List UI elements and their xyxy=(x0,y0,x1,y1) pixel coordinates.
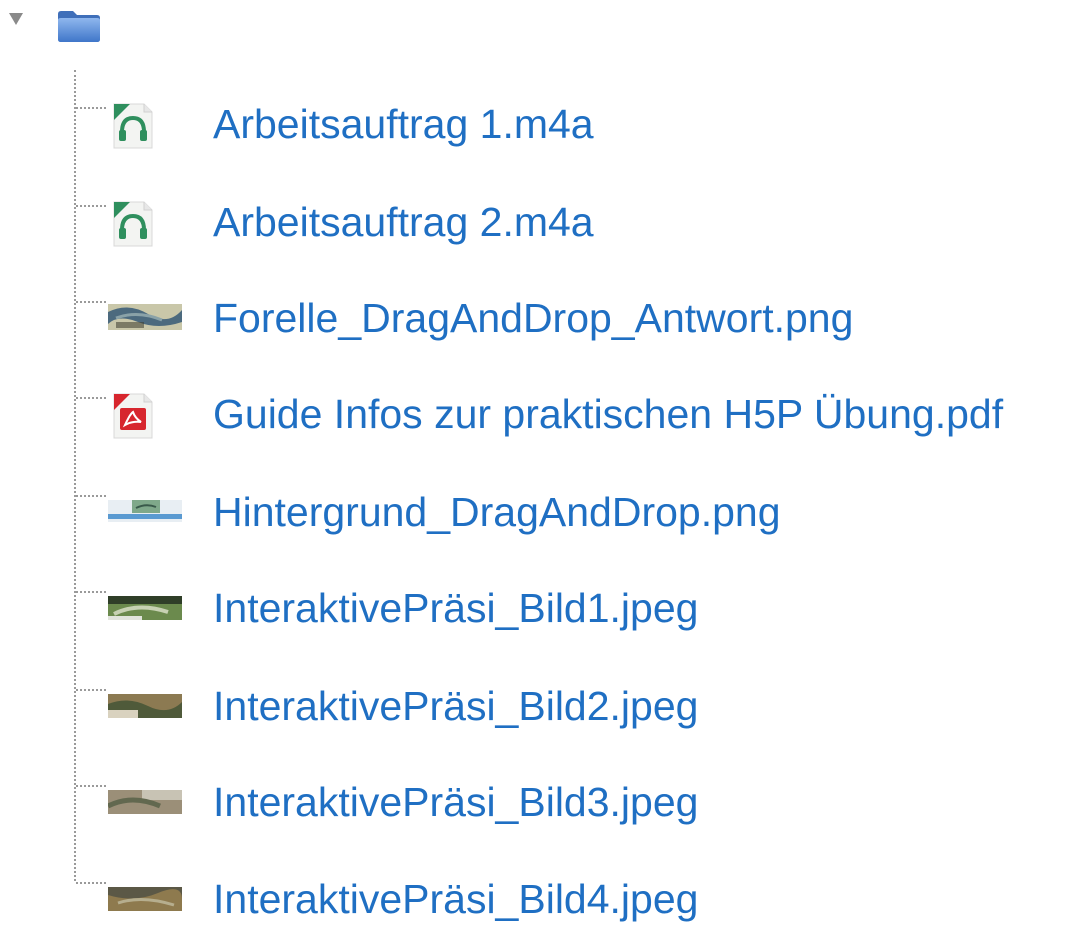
file-tree-item: InteraktivePräsi_Bild1.jpeg xyxy=(74,562,1074,658)
tree-connector-branch xyxy=(76,397,106,399)
tree-connector-branch xyxy=(76,301,106,303)
image-thumbnail-icon[interactable] xyxy=(108,680,184,736)
tree-connector-branch xyxy=(76,882,106,884)
file-tree-item: Hintergrund_DragAndDrop.png xyxy=(74,466,1074,562)
tree-connector-branch xyxy=(76,205,106,207)
file-tree-item: InteraktivePräsi_Bild2.jpeg xyxy=(74,660,1074,756)
file-link[interactable]: Guide Infos zur praktischen H5P Übung.pd… xyxy=(213,390,1003,438)
file-link[interactable]: Hintergrund_DragAndDrop.png xyxy=(213,488,781,536)
file-link[interactable]: Arbeitsauftrag 2.m4a xyxy=(213,198,594,246)
file-link[interactable]: Arbeitsauftrag 1.m4a xyxy=(213,100,594,148)
file-link[interactable]: InteraktivePräsi_Bild3.jpeg xyxy=(213,778,698,826)
audio-file-icon[interactable] xyxy=(108,98,184,154)
tree-connector-branch xyxy=(76,495,106,497)
tree-connector-branch xyxy=(76,785,106,787)
triangle-down-icon[interactable] xyxy=(8,12,24,26)
image-thumbnail-icon[interactable] xyxy=(108,873,184,929)
folder-icon[interactable] xyxy=(56,8,102,44)
file-link[interactable]: InteraktivePräsi_Bild1.jpeg xyxy=(213,584,698,632)
file-link[interactable]: InteraktivePräsi_Bild2.jpeg xyxy=(213,682,698,730)
image-thumbnail-icon[interactable] xyxy=(108,486,184,542)
tree-connector-branch xyxy=(76,591,106,593)
file-tree-item: InteraktivePräsi_Bild4.jpeg xyxy=(74,853,1074,949)
file-tree-item: Guide Infos zur praktischen H5P Übung.pd… xyxy=(74,368,1074,464)
tree-connector-branch xyxy=(76,689,106,691)
root-folder-row[interactable] xyxy=(0,0,200,60)
file-tree-item: Arbeitsauftrag 2.m4a xyxy=(74,176,1074,272)
file-tree-item: InteraktivePräsi_Bild3.jpeg xyxy=(74,756,1074,852)
file-tree: Arbeitsauftrag 1.m4a Arbeitsauftrag 2.m4a… xyxy=(0,0,1077,939)
file-tree-item: Arbeitsauftrag 1.m4a xyxy=(74,78,1074,174)
pdf-file-icon[interactable] xyxy=(108,388,184,444)
file-link[interactable]: InteraktivePräsi_Bild4.jpeg xyxy=(213,875,698,923)
image-thumbnail-icon[interactable] xyxy=(108,582,184,638)
file-link[interactable]: Forelle_DragAndDrop_Antwort.png xyxy=(213,294,853,342)
tree-connector-branch xyxy=(76,107,106,109)
file-tree-item: Forelle_DragAndDrop_Antwort.png xyxy=(74,272,1074,368)
audio-file-icon[interactable] xyxy=(108,196,184,252)
image-thumbnail-icon[interactable] xyxy=(108,292,184,348)
image-thumbnail-icon[interactable] xyxy=(106,776,184,832)
